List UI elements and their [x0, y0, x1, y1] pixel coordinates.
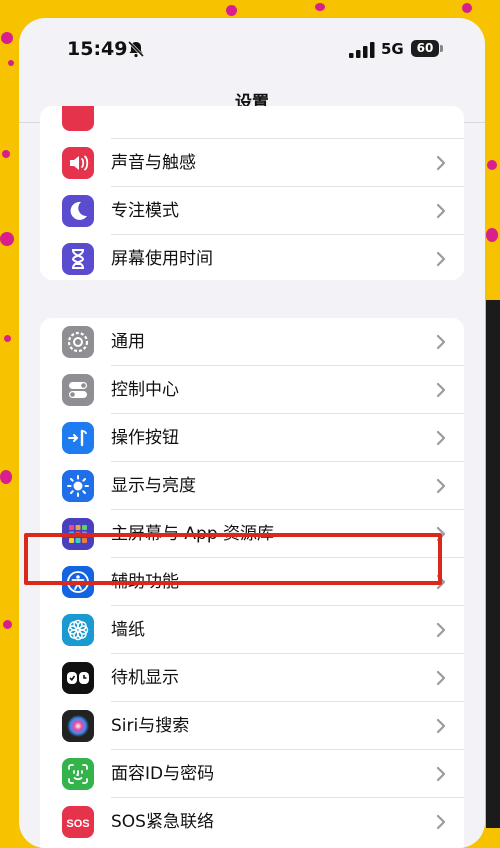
standby-icon	[62, 662, 94, 694]
settings-row-label: 声音与触感	[111, 153, 196, 173]
background-dot	[1, 32, 13, 44]
siri-icon	[62, 710, 94, 742]
settings-row-label: 面容ID与密码	[111, 764, 215, 784]
settings-row-label: 专注模式	[111, 201, 179, 221]
toggles-icon	[62, 374, 94, 406]
settings-row-label: SOS紧急联络	[111, 812, 214, 832]
settings-row-label: 待机显示	[111, 668, 179, 688]
chevron-right-icon	[436, 251, 446, 267]
speaker-icon	[62, 147, 94, 179]
settings-row-label: 屏幕使用时间	[111, 249, 213, 269]
battery-cap	[440, 45, 443, 52]
chevron-right-icon	[436, 670, 446, 686]
chevron-right-icon	[436, 766, 446, 782]
sun-icon	[62, 470, 94, 502]
chevron-right-icon	[436, 382, 446, 398]
highlight-box	[24, 533, 442, 585]
flower-icon	[62, 614, 94, 646]
action-button-icon	[62, 422, 94, 454]
chevron-right-icon	[436, 334, 446, 350]
settings-row-wallpaper[interactable]: 墙纸	[40, 606, 464, 654]
chevron-right-icon	[436, 478, 446, 494]
settings-row-label: 显示与亮度	[111, 476, 196, 496]
chevron-right-icon	[436, 155, 446, 171]
settings-group-1: 声音与触感 专注模式 屏幕使用时间	[40, 106, 464, 280]
settings-row-control-center[interactable]: 控制中心	[40, 366, 464, 414]
settings-row-screen-time[interactable]: 屏幕使用时间	[40, 235, 464, 280]
background-dot	[2, 150, 10, 158]
settings-row-label: 操作按钮	[111, 428, 179, 448]
chevron-right-icon	[436, 430, 446, 446]
svg-text:SOS: SOS	[66, 818, 89, 830]
status-time: 15:49	[67, 38, 128, 60]
settings-row-face-id[interactable]: 面容ID与密码	[40, 750, 464, 798]
hourglass-icon	[62, 243, 94, 275]
moon-icon	[62, 195, 94, 227]
background-dot	[0, 232, 14, 246]
silent-bell-icon	[127, 40, 145, 58]
background-dot	[487, 160, 497, 170]
background-dark-strip	[486, 300, 500, 828]
settings-row-action-button[interactable]: 操作按钮	[40, 414, 464, 462]
settings-row-siri[interactable]: Siri与搜索	[40, 702, 464, 750]
status-bar: 15:49 5G 60	[19, 18, 485, 78]
settings-row-emergency-sos[interactable]: SOS SOS紧急联络	[40, 798, 464, 846]
background-dot	[3, 620, 12, 629]
chevron-right-icon	[436, 203, 446, 219]
chevron-right-icon	[436, 718, 446, 734]
settings-row-label: Siri与搜索	[111, 716, 190, 736]
background-dot	[0, 470, 12, 484]
phone-screen: 15:49 5G 60 设置 声音与触感 专注模式 屏幕使用时间 通用 控制中心…	[19, 18, 485, 848]
settings-row-label: 通用	[111, 332, 145, 352]
background-dot	[4, 335, 11, 342]
chevron-right-icon	[436, 622, 446, 638]
cellular-signal-icon	[349, 42, 375, 58]
background-dot	[462, 3, 472, 13]
settings-row-label: 墙纸	[111, 620, 145, 640]
face-id-icon	[62, 758, 94, 790]
gear-icon	[62, 326, 94, 358]
background-dot	[226, 5, 237, 16]
settings-row-notifications[interactable]	[40, 106, 464, 139]
notifications-icon	[62, 106, 94, 131]
network-type: 5G	[381, 40, 404, 58]
background-dot	[315, 3, 325, 11]
settings-row-standby[interactable]: 待机显示	[40, 654, 464, 702]
settings-row-focus[interactable]: 专注模式	[40, 187, 464, 235]
battery-icon: 60	[411, 40, 439, 57]
settings-row-general[interactable]: 通用	[40, 318, 464, 366]
background-dot	[486, 228, 498, 242]
settings-row-label: 控制中心	[111, 380, 179, 400]
settings-row-sounds[interactable]: 声音与触感	[40, 139, 464, 187]
background-dot	[8, 60, 14, 66]
settings-row-display[interactable]: 显示与亮度	[40, 462, 464, 510]
sos-icon: SOS	[62, 806, 94, 838]
